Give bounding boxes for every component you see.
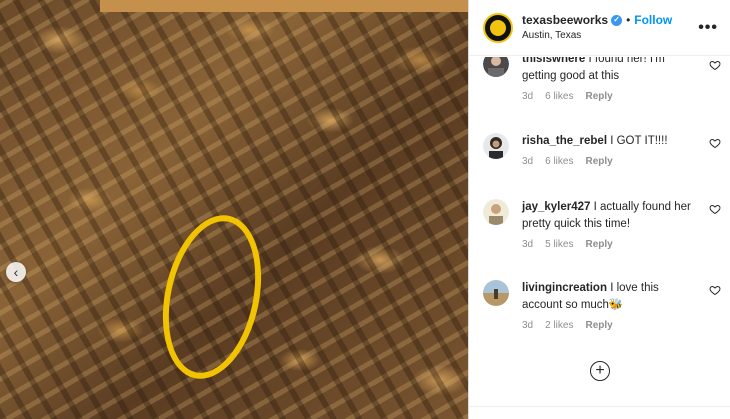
hive-frame-edge [100,0,468,12]
like-heart-icon[interactable] [709,59,721,71]
comment-item: thisiswhere I found her! I'm getting goo… [483,57,723,102]
follow-button[interactable]: Follow [634,13,672,28]
reply-button[interactable]: Reply [585,156,612,167]
post-header: texasbeeworks ✓ • Follow Austin, Texas •… [469,0,730,56]
comment-meta: 3d 6 likes Reply [522,156,723,167]
more-options-icon[interactable]: ••• [698,19,718,37]
comment-likes[interactable]: 2 likes [545,320,573,331]
like-heart-icon[interactable] [709,284,721,296]
comment-age: 3d [522,156,534,167]
comment-text-block: jay_kyler427 I actually found her pretty… [522,199,692,233]
comment-age: 3d [522,239,534,250]
like-heart-icon[interactable] [709,137,721,149]
commenter-username[interactable]: thisiswhere [522,57,585,65]
comment-likes[interactable]: 6 likes [545,91,573,102]
post-photo[interactable]: ‹ [0,0,468,419]
comment-item: risha_the_rebel I GOT IT!!!! 3d 6 likes … [483,133,723,167]
verified-badge-icon: ✓ [611,14,623,26]
like-heart-icon[interactable] [709,203,721,215]
account-username[interactable]: texasbeeworks [522,13,608,28]
separator-dot: • [626,12,631,27]
comment-likes[interactable]: 5 likes [545,239,573,250]
header-text: texasbeeworks ✓ • Follow Austin, Texas [522,13,672,43]
commenter-avatar[interactable] [483,57,509,77]
commenter-avatar[interactable] [483,199,509,225]
header-top-row: texasbeeworks ✓ • Follow [522,13,672,28]
comment-meta: 3d 5 likes Reply [522,239,723,250]
commenter-username[interactable]: livingincreation [522,282,607,294]
comment-text: I GOT IT!!!! [610,135,668,147]
comment-likes[interactable]: 6 likes [545,156,573,167]
comment-age: 3d [522,320,534,331]
account-avatar[interactable] [483,12,513,43]
commenter-username[interactable]: jay_kyler427 [522,201,590,213]
reply-button[interactable]: Reply [585,91,612,102]
commenter-username[interactable]: risha_the_rebel [522,135,607,147]
comment-text-block: risha_the_rebel I GOT IT!!!! [522,133,692,150]
comment-text-block: livingincreation I love this account so … [522,280,692,314]
load-more-comments-icon[interactable]: + [590,361,610,381]
carousel-prev-button[interactable]: ‹ [6,262,26,282]
post-location[interactable]: Austin, Texas [522,30,672,43]
comment-item: livingincreation I love this account so … [483,280,723,331]
divider [469,406,730,407]
reply-button[interactable]: Reply [585,320,612,331]
comment-text-block: thisiswhere I found her! I'm getting goo… [522,57,692,85]
comment-item: jay_kyler427 I actually found her pretty… [483,199,723,250]
comment-meta: 3d 6 likes Reply [522,91,723,102]
comment-meta: 3d 2 likes Reply [522,320,723,331]
post-side-panel: texasbeeworks ✓ • Follow Austin, Texas •… [468,0,730,419]
commenter-avatar[interactable] [483,133,509,159]
comment-age: 3d [522,91,534,102]
reply-button[interactable]: Reply [585,239,612,250]
comments-list[interactable]: thisiswhere I found her! I'm getting goo… [469,57,730,357]
commenter-avatar[interactable] [483,280,509,306]
bee-logo-icon [490,19,506,36]
